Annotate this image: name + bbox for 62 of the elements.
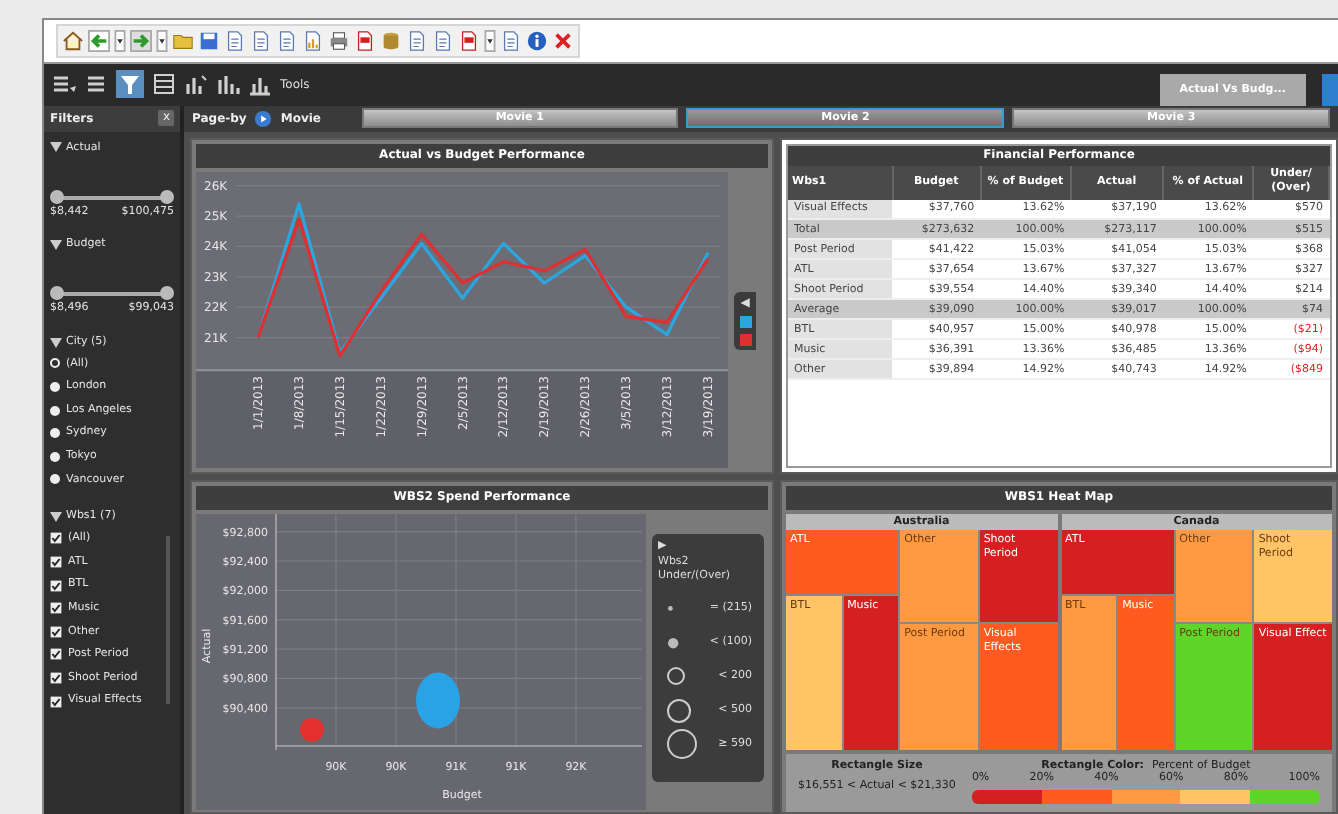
forward-arrow-icon[interactable] (130, 29, 152, 52)
home-icon[interactable] (62, 29, 84, 52)
caret-icon[interactable] (114, 29, 126, 52)
radio-button[interactable] (50, 405, 60, 416)
range-slider[interactable] (54, 286, 170, 303)
circle-size-icon (666, 635, 681, 650)
view-tab[interactable] (1322, 73, 1338, 106)
checkbox[interactable] (50, 602, 62, 615)
slider-handle[interactable] (160, 189, 174, 204)
list-icon[interactable] (84, 72, 108, 97)
caret-icon[interactable] (484, 29, 496, 52)
table-icon[interactable] (152, 72, 176, 97)
radio-button[interactable] (50, 474, 60, 485)
document-icon[interactable] (250, 29, 272, 52)
slider-handle[interactable] (160, 286, 174, 301)
slider-handle[interactable] (50, 189, 64, 204)
circle-size-icon (666, 697, 692, 724)
radio-button[interactable] (50, 358, 60, 369)
caret-icon[interactable] (156, 29, 168, 52)
radio-button[interactable] (50, 451, 60, 462)
bubble (416, 672, 460, 729)
print-icon[interactable] (328, 29, 350, 52)
pdf-icon[interactable] (354, 29, 376, 52)
checkbox[interactable] (50, 556, 62, 569)
range-slider[interactable] (54, 189, 170, 206)
close-icon[interactable] (552, 29, 574, 52)
caret-icon[interactable] (50, 512, 62, 523)
document-icon[interactable] (406, 29, 428, 52)
filter-icon[interactable] (118, 72, 142, 97)
document-icon[interactable] (224, 29, 246, 52)
checkbox[interactable] (50, 625, 62, 638)
list-icon[interactable] (52, 72, 76, 97)
checkbox[interactable] (50, 579, 62, 592)
checkbox[interactable] (50, 671, 62, 684)
caret-icon[interactable] (50, 337, 62, 348)
folder-icon[interactable] (172, 29, 194, 52)
document-icon[interactable] (276, 29, 298, 52)
database-icon[interactable] (380, 29, 402, 52)
chart-icon[interactable] (248, 72, 272, 97)
slider-handle[interactable] (50, 286, 64, 301)
pdf-icon[interactable] (458, 29, 480, 52)
circle-size-icon (666, 603, 675, 613)
checkbox[interactable] (50, 695, 62, 708)
chart-icon[interactable] (184, 72, 208, 97)
circle-size-icon (666, 666, 686, 687)
document-icon[interactable] (432, 29, 454, 52)
scrollbar[interactable] (166, 535, 170, 704)
info-icon[interactable] (526, 29, 548, 52)
checkbox[interactable] (50, 532, 62, 545)
back-arrow-icon[interactable] (88, 29, 110, 52)
chart-icon[interactable] (216, 72, 240, 97)
document-icon[interactable] (500, 29, 522, 52)
save-icon[interactable] (198, 29, 220, 52)
radio-button[interactable] (50, 428, 60, 439)
checkbox[interactable] (50, 648, 62, 661)
radio-button[interactable] (50, 381, 60, 392)
play-icon[interactable] (254, 109, 273, 128)
circle-size-icon (666, 728, 698, 761)
caret-icon[interactable] (50, 239, 62, 250)
chart-document-icon[interactable] (302, 29, 324, 52)
caret-icon[interactable] (50, 142, 62, 153)
bubble (300, 717, 324, 742)
